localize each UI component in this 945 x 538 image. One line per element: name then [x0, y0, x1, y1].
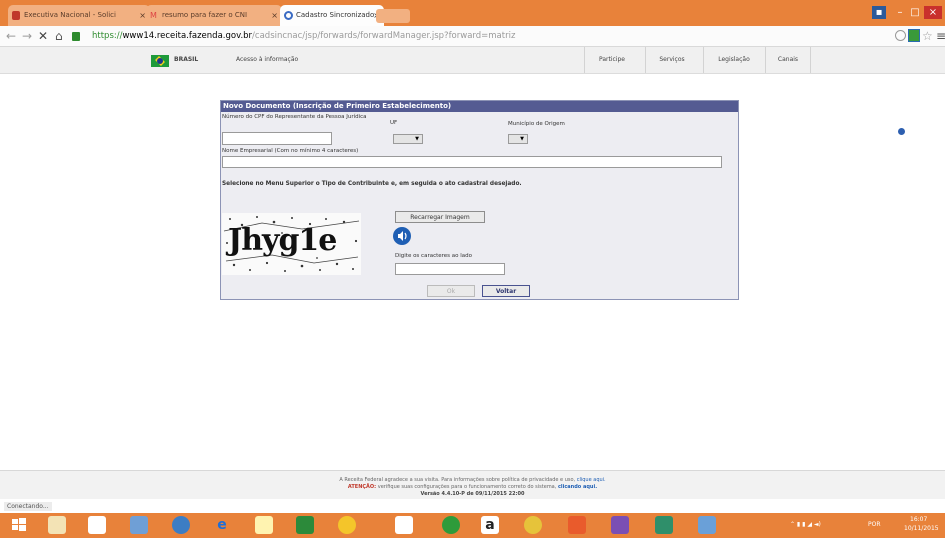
url-path: /cadsincnac/jsp/forwards/forwardManager.…: [252, 31, 516, 41]
profile-icon[interactable]: ▪: [872, 6, 886, 19]
clock-date[interactable]: 10/11/2015: [904, 525, 939, 532]
extension-icon[interactable]: [908, 29, 920, 42]
site-footer: A Receita Federal agradece a sua visita.…: [0, 470, 945, 499]
captcha-input[interactable]: [395, 263, 505, 275]
cpf-input[interactable]: [222, 132, 332, 145]
uf-label: UF: [390, 120, 398, 126]
extension-icon[interactable]: [895, 30, 906, 41]
close-window-button[interactable]: ×: [924, 6, 942, 19]
privacy-notice: A Receita Federal agradece a sua visita.…: [0, 477, 945, 483]
nav-participe[interactable]: Participe: [584, 47, 639, 73]
menu-icon[interactable]: ≡: [936, 29, 945, 43]
tab-title: Cadastro Sincronizado N: [296, 11, 382, 19]
tray-icons[interactable]: ⌃ ▮ ▮ ◢ ◄): [790, 521, 821, 528]
tab-title: Executiva Nacional - Solici: [24, 11, 116, 19]
start-icon[interactable]: [10, 516, 28, 534]
internet-explorer-icon[interactable]: e: [213, 516, 231, 534]
site-header: BRASIL Acesso à informação Participe Ser…: [0, 47, 945, 74]
tab-close-icon[interactable]: ×: [139, 5, 146, 26]
people-icon[interactable]: [172, 516, 190, 534]
instruction-text: Selecione no Menu Superior o Tipo de Con…: [222, 181, 522, 187]
tab-executiva-nacional[interactable]: Executiva Nacional - Solici ×: [8, 5, 150, 26]
store-icon[interactable]: [296, 516, 314, 534]
loading-icon: [284, 11, 293, 20]
attention-label: ATENÇÃO:: [347, 484, 377, 490]
privacy-text: A Receita Federal agradece a sua visita.…: [339, 477, 576, 483]
photo-viewer-icon[interactable]: [655, 516, 673, 534]
nav-servicos[interactable]: Serviços: [645, 47, 698, 73]
chat-icon[interactable]: [442, 516, 460, 534]
media-icon[interactable]: [338, 516, 356, 534]
clock-time[interactable]: 16:07: [910, 516, 927, 523]
document-icon[interactable]: [88, 516, 106, 534]
url-scheme: https://: [92, 31, 123, 41]
minimize-button[interactable]: –: [893, 6, 907, 19]
ok-button[interactable]: Ok: [427, 285, 475, 297]
acesso-informacao-link[interactable]: Acesso à informação: [236, 56, 298, 63]
url-host: www14.receita.fazenda.gov.br: [122, 31, 253, 41]
file-explorer-icon[interactable]: [48, 516, 66, 534]
privacy-link[interactable]: clique aqui.: [577, 477, 606, 483]
captcha-image: Jhyg1e: [222, 213, 361, 275]
new-tab-button[interactable]: [376, 9, 410, 23]
amazon-icon[interactable]: a: [481, 516, 499, 534]
home-icon[interactable]: ⌂: [55, 29, 63, 43]
address-bar[interactable]: https://www14.receita.fazenda.gov.br/cad…: [92, 29, 515, 43]
back-arrow-icon[interactable]: ←: [6, 29, 16, 43]
warning-icon: [12, 11, 20, 20]
browser-status-bar: Conectando...: [0, 499, 945, 513]
desktop-icon[interactable]: [130, 516, 148, 534]
back-button[interactable]: Voltar: [482, 285, 530, 297]
notepad-icon[interactable]: [395, 516, 413, 534]
nav-canais[interactable]: Canais: [765, 47, 811, 73]
tab-resumo-cnpj[interactable]: M resumo para fazer o CNI ×: [146, 5, 282, 26]
uf-select[interactable]: ▼: [393, 134, 423, 144]
captcha-prompt-label: Digite os caracteres ao lado: [395, 253, 473, 259]
star-icon[interactable]: ☆: [922, 29, 933, 43]
maximize-button[interactable]: □: [908, 6, 922, 19]
brazil-flag-icon: [151, 55, 169, 67]
language-indicator[interactable]: POR: [868, 521, 881, 528]
attention-notice: ATENÇÃO: verifique suas configurações pa…: [0, 484, 945, 490]
municipio-select[interactable]: ▼: [508, 134, 528, 144]
forward-arrow-icon[interactable]: →: [22, 29, 32, 43]
panel-title: Novo Documento (Inscrição de Primeiro Es…: [221, 101, 738, 112]
municipio-label: Município de Origem: [508, 121, 565, 127]
cpf-label: Número do CPF do Representante da Pessoa…: [222, 114, 367, 120]
audio-captcha-icon[interactable]: [393, 227, 411, 245]
version-text: Versão 4.4.10-P de 09/11/2015 22:00: [420, 491, 525, 497]
nav-legislacao[interactable]: Legislação: [703, 47, 764, 73]
tab-close-icon[interactable]: ×: [271, 5, 278, 26]
reload-image-button[interactable]: Recarregar Imagem: [395, 211, 485, 223]
status-text: Conectando...: [4, 502, 52, 511]
dropdown-arrow-icon: ▼: [520, 136, 524, 142]
dropdown-arrow-icon: ▼: [415, 136, 419, 142]
tab-title: resumo para fazer o CNI: [162, 11, 248, 19]
stop-icon[interactable]: ✕: [38, 29, 48, 43]
nome-empresarial-label: Nome Empresarial (Com no mínimo 4 caract…: [222, 148, 359, 154]
tab-cadastro-sincronizado[interactable]: Cadastro Sincronizado N ×: [280, 5, 384, 26]
brasil-link[interactable]: BRASIL: [174, 56, 198, 63]
monitor-icon[interactable]: [698, 516, 716, 534]
browser-toolbar: ← → ✕ ⌂ https://www14.receita.fazenda.go…: [0, 26, 945, 47]
lock-icon[interactable]: [72, 32, 80, 41]
settings-link[interactable]: clicando aqui.: [558, 484, 597, 490]
attention-text: verifique suas configurações para o func…: [377, 484, 557, 490]
nome-empresarial-input[interactable]: [222, 156, 722, 168]
chrome-icon[interactable]: [524, 516, 542, 534]
accessibility-icon[interactable]: [898, 128, 905, 135]
onenote-icon[interactable]: [611, 516, 629, 534]
captcha-text: Jhyg1e: [228, 223, 337, 258]
folder-icon[interactable]: [255, 516, 273, 534]
windows-taskbar: e a ⌃ ▮ ▮ ◢ ◄) POR 16:07 10/11/2015: [0, 513, 945, 538]
gmail-icon: M: [150, 11, 157, 20]
photos-icon[interactable]: [568, 516, 586, 534]
browser-tab-bar: Executiva Nacional - Solici × M resumo p…: [0, 0, 945, 26]
